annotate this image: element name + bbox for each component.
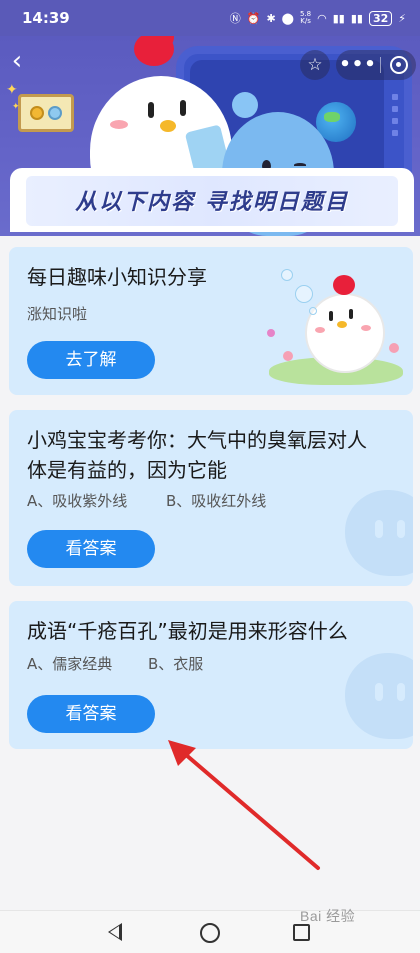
- question-title: 成语“千疮百孔”最初是用来形容什么: [27, 619, 348, 643]
- blob-antenna: [232, 92, 258, 118]
- flower-icon: [389, 343, 399, 353]
- network-speed-unit: K/s: [300, 17, 311, 25]
- location-icon: ⬤: [281, 11, 294, 25]
- nfc-icon: Ⓝ: [229, 12, 241, 25]
- more-options-button[interactable]: •••: [336, 50, 380, 80]
- mini-chicken-eye: [329, 311, 333, 321]
- alarm-icon: ⏰: [246, 11, 261, 25]
- mini-chicken-cheek: [315, 327, 325, 333]
- bubble-icon: [295, 285, 313, 303]
- chat-bubble-decoration-icon: [345, 490, 413, 576]
- status-time: 14:39: [22, 9, 70, 27]
- flower-icon: [283, 351, 293, 361]
- chicken-eye: [148, 102, 154, 118]
- chicken-eye: [180, 100, 186, 116]
- system-nav-bar: [0, 910, 420, 953]
- network-speed: 5.8 K/s: [300, 11, 311, 25]
- close-miniprogram-button[interactable]: [381, 56, 416, 74]
- bubble-icon: [281, 269, 293, 281]
- chicken-cheek: [110, 120, 128, 129]
- option-b: B、衣服: [148, 655, 204, 673]
- back-button[interactable]: ‹: [4, 48, 30, 76]
- option-a: A、吸收紫外线: [27, 492, 128, 510]
- mini-chicken-comb: [333, 275, 355, 295]
- question-title-line2: 体是有益的，因为它能: [27, 458, 227, 482]
- page-title: 从以下内容 寻找明日题目: [75, 190, 349, 215]
- miniprogram-capsule: •••: [336, 50, 416, 80]
- view-answer-button[interactable]: 看答案: [27, 695, 155, 733]
- sparkle-icon: ✦: [12, 102, 20, 112]
- target-icon: [389, 56, 408, 74]
- nav-back-icon[interactable]: [108, 923, 122, 941]
- watermark: Bai 经验: [300, 908, 356, 924]
- question-title-line1: 小鸡宝宝考考你：大气中的臭氧层对人: [27, 428, 367, 452]
- card-title: 每日趣味小知识分享: [27, 265, 207, 289]
- mini-chicken-beak: [337, 321, 347, 328]
- card-question-ozone[interactable]: 小鸡宝宝考考你：大气中的臭氧层对人 体是有益的，因为它能 A、吸收紫外线 B、吸…: [9, 410, 413, 586]
- sparkle-icon: ✦: [6, 82, 18, 98]
- learn-more-button[interactable]: 去了解: [27, 341, 155, 379]
- mini-chicken-cheek: [361, 325, 371, 331]
- card-subtitle: 涨知识啦: [27, 305, 88, 323]
- option-a: A、儒家经典: [27, 655, 113, 673]
- bubble-icon: [309, 307, 317, 315]
- nav-home-icon[interactable]: [200, 923, 220, 943]
- chicken-beak: [160, 120, 176, 132]
- card-question-idiom[interactable]: 成语“千疮百孔”最初是用来形容什么 A、儒家经典 B、衣服 看答案: [9, 601, 413, 749]
- card-trivia[interactable]: 每日趣味小知识分享 涨知识啦 去了解: [9, 247, 413, 395]
- view-answer-button[interactable]: 看答案: [27, 530, 155, 568]
- mini-chicken-illustration: [305, 293, 385, 373]
- mini-chicken-eye: [349, 309, 353, 319]
- option-b: B、吸收红外线: [166, 492, 267, 510]
- status-icons: Ⓝ ⏰ ✱ ⬤ 5.8 K/s ◠ ▮▮ ▮▮ 32 ⚡: [230, 10, 406, 26]
- chat-bubble-decoration-icon: [345, 653, 413, 739]
- favorite-star-button[interactable]: ☆: [300, 50, 330, 80]
- battery-level: 32: [368, 10, 393, 26]
- nav-recent-apps-icon[interactable]: [293, 924, 310, 941]
- arrow-shaft: [176, 746, 320, 870]
- charging-icon: ⚡: [398, 11, 406, 25]
- signal-icon: ▮▮: [332, 11, 345, 25]
- signal2-icon: ▮▮: [350, 11, 363, 25]
- butterfly-icon: [267, 329, 275, 337]
- award-board-illustration: [18, 94, 74, 132]
- chicken-comb: [134, 36, 174, 66]
- bluetooth-icon: ✱: [266, 11, 276, 25]
- wifi-icon: ◠: [317, 11, 327, 25]
- page-title-ribbon: 从以下内容 寻找明日题目: [10, 168, 414, 232]
- blob-wink: [294, 163, 306, 167]
- annotation-arrow: [168, 740, 320, 870]
- status-bar: 14:39 Ⓝ ⏰ ✱ ⬤ 5.8 K/s ◠ ▮▮ ▮▮ 32 ⚡: [0, 0, 420, 36]
